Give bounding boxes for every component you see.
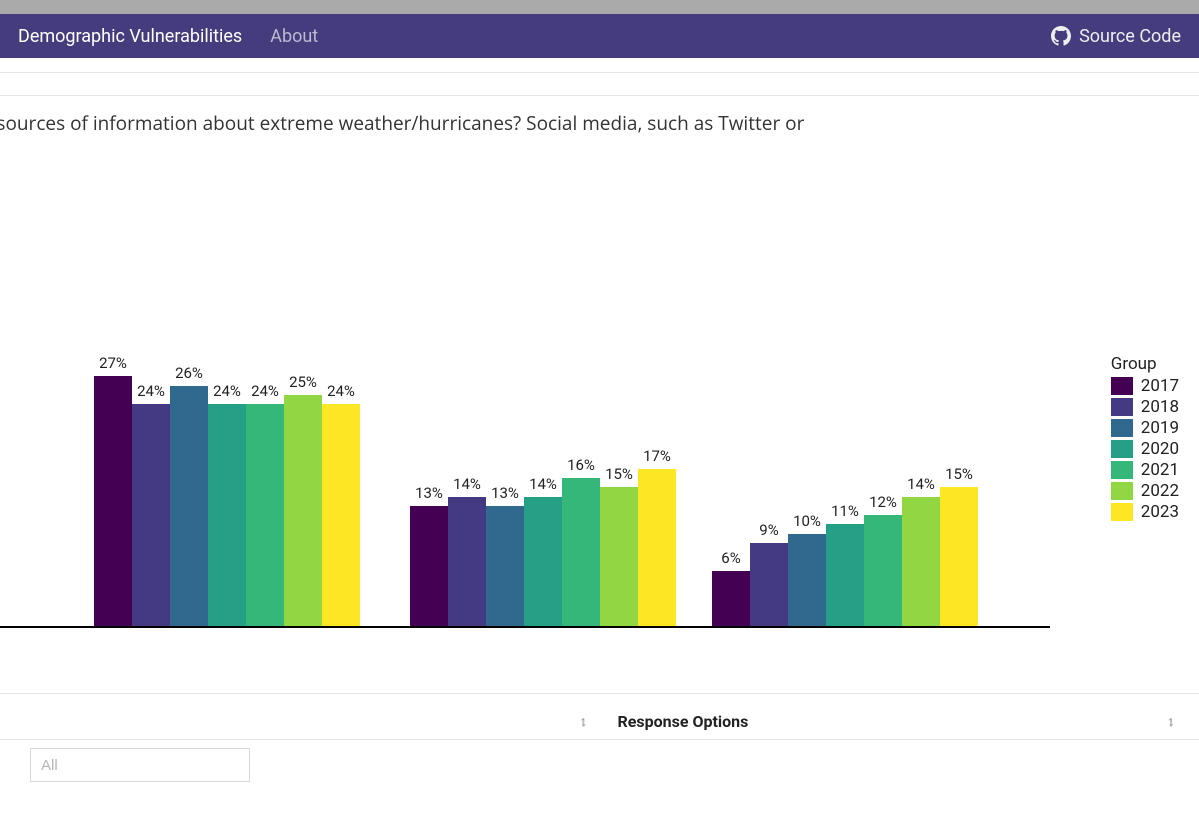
nav-about-link[interactable]: About xyxy=(270,26,318,47)
bar-value-label: 10% xyxy=(793,512,821,530)
bar-value-label: 26% xyxy=(175,364,203,382)
x-tick-label: 5 xyxy=(840,634,850,635)
table-section: ↑↓ Response Options ↑↓ xyxy=(0,693,1199,782)
legend-label: 2020 xyxy=(1141,439,1179,459)
bar[interactable] xyxy=(208,404,246,626)
legend-label: 2019 xyxy=(1141,418,1179,438)
nav-source-label: Source Code xyxy=(1079,26,1181,47)
table-header-col1: ↑↓ xyxy=(12,712,600,731)
legend-swatch xyxy=(1111,398,1133,416)
legend-item[interactable]: 2017 xyxy=(1111,376,1179,396)
bar[interactable] xyxy=(132,404,170,626)
legend-label: 2017 xyxy=(1141,376,1179,396)
bar-value-label: 16% xyxy=(567,456,595,474)
bar[interactable] xyxy=(322,404,360,626)
bar[interactable] xyxy=(902,497,940,627)
bar[interactable] xyxy=(600,487,638,626)
bar[interactable] xyxy=(750,543,788,626)
bar-value-label: 12% xyxy=(869,493,897,511)
bar-value-label: 11% xyxy=(831,502,859,520)
legend-label: 2021 xyxy=(1141,460,1179,480)
chart-legend: Group 2017201820192020202120222023 xyxy=(1111,354,1179,523)
bar-value-label: 15% xyxy=(605,465,633,483)
x-axis-line xyxy=(0,626,1050,628)
legend-item[interactable]: 2018 xyxy=(1111,397,1179,417)
legend-item[interactable]: 2022 xyxy=(1111,481,1179,501)
legend-swatch xyxy=(1111,377,1133,395)
divider xyxy=(0,72,1199,73)
legend-swatch xyxy=(1111,503,1133,521)
legend-swatch xyxy=(1111,440,1133,458)
legend-swatch xyxy=(1111,461,1133,479)
legend-label: 2022 xyxy=(1141,481,1179,501)
legend-item[interactable]: 2021 xyxy=(1111,460,1179,480)
bar[interactable] xyxy=(486,506,524,626)
bar[interactable] xyxy=(562,478,600,626)
window-top-strip xyxy=(0,0,1199,14)
navbar: Demographic Vulnerabilities About Source… xyxy=(0,14,1199,58)
bar-value-label: 14% xyxy=(529,475,557,493)
legend-swatch xyxy=(1111,482,1133,500)
filter-input-col1[interactable] xyxy=(30,748,250,782)
bar-value-label: 13% xyxy=(491,484,519,502)
chart-title: wing sources of information about extrem… xyxy=(0,96,1199,136)
bar-value-label: 25% xyxy=(289,373,317,391)
bar-value-label: 24% xyxy=(251,382,279,400)
bar[interactable] xyxy=(524,497,562,627)
legend-item[interactable]: 2020 xyxy=(1111,439,1179,459)
bar[interactable] xyxy=(170,386,208,627)
legend-item[interactable]: 2019 xyxy=(1111,418,1179,438)
bar-value-label: 27% xyxy=(99,354,127,372)
sort-icon[interactable]: ↑↓ xyxy=(1167,713,1169,730)
table-filter-row xyxy=(0,739,1199,782)
legend-item[interactable]: 2023 xyxy=(1111,502,1179,522)
bar-value-label: 15% xyxy=(945,465,973,483)
bar-value-label: 24% xyxy=(137,382,165,400)
bar-value-label: 14% xyxy=(907,475,935,493)
bar[interactable] xyxy=(410,506,448,626)
bar[interactable] xyxy=(712,571,750,627)
table-header-row: ↑↓ Response Options ↑↓ xyxy=(0,704,1199,739)
bar-value-label: 6% xyxy=(721,549,740,567)
bar-value-label: 24% xyxy=(327,382,355,400)
x-tick-label: 4 xyxy=(538,634,548,635)
bar[interactable] xyxy=(826,524,864,626)
bar-value-label: 14% xyxy=(453,475,481,493)
bar-value-label: 24% xyxy=(213,382,241,400)
chart-panel: wing sources of information about extrem… xyxy=(0,95,1199,635)
bar-value-label: 9% xyxy=(759,521,778,539)
bar[interactable] xyxy=(448,497,486,627)
legend-label: 2018 xyxy=(1141,397,1179,417)
bar[interactable] xyxy=(638,469,676,626)
bar[interactable] xyxy=(284,395,322,626)
bar[interactable] xyxy=(864,515,902,626)
nav-brand-link[interactable]: Demographic Vulnerabilities xyxy=(18,26,242,47)
legend-label: 2023 xyxy=(1141,502,1179,522)
github-icon xyxy=(1051,26,1071,46)
sort-icon[interactable]: ↑↓ xyxy=(580,713,582,730)
legend-swatch xyxy=(1111,419,1133,437)
bar[interactable] xyxy=(788,534,826,627)
chart-plot-area[interactable]: Response [1 = Not much; 2 = Little; 3 = … xyxy=(0,256,1050,626)
bar[interactable] xyxy=(940,487,978,626)
bar-value-label: 17% xyxy=(643,447,671,465)
table-header-col2: Response Options ↑↓ xyxy=(600,712,1188,731)
bar[interactable] xyxy=(246,404,284,626)
bar[interactable] xyxy=(94,376,132,626)
nav-source-link[interactable]: Source Code xyxy=(1051,26,1181,47)
x-tick-label: 3 xyxy=(222,634,232,635)
bar-value-label: 13% xyxy=(415,484,443,502)
legend-title: Group xyxy=(1111,354,1179,374)
